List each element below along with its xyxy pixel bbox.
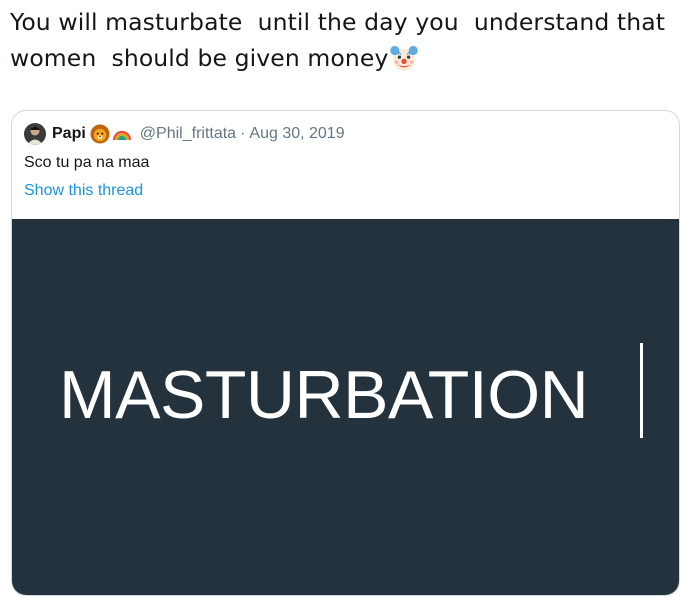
user-handle[interactable]: @Phil_frittata [140,125,236,143]
quoted-tweet-card[interactable]: Papi @Phil_frittata · Aug 30, 2019 Sco t… [11,110,680,596]
display-name[interactable]: Papi [52,125,86,143]
rainbow-icon [112,130,131,141]
tweet-date[interactable]: Aug 30, 2019 [249,125,344,143]
quoted-media-image[interactable]: MASTURBATION [12,219,679,595]
text-cursor-line [640,343,643,438]
avatar[interactable] [24,123,46,145]
lion-face-icon [90,124,110,144]
avatar-image [24,123,46,145]
tweet-text: You will masturbate until the day you un… [10,4,682,76]
quoted-tweet-text: Sco tu pa na maa [24,154,150,171]
separator-dot: · [240,125,246,142]
quoted-tweet-header: Papi @Phil_frittata · Aug 30, 2019 [24,122,345,146]
clown-face-icon [390,45,419,71]
show-thread-link[interactable]: Show this thread [24,182,143,200]
tweet-text-content: You will masturbate until the day you un… [10,8,673,72]
media-caption-word: MASTURBATION [59,357,589,433]
